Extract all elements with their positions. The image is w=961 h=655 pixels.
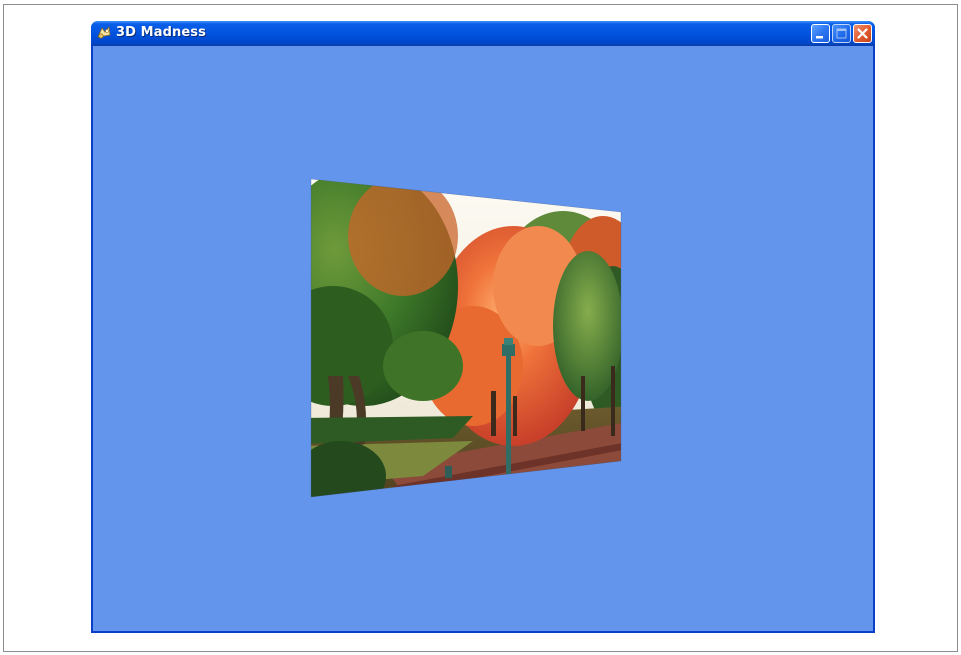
close-icon <box>857 28 868 39</box>
maximize-icon <box>836 28 847 39</box>
minimize-icon <box>816 36 823 39</box>
title-bar[interactable]: 3D Madness <box>91 21 875 46</box>
minimize-button[interactable] <box>811 24 830 43</box>
rotated-photo-plane <box>310 178 622 498</box>
close-button[interactable] <box>853 24 872 43</box>
app-window: 3D Madness <box>91 21 875 633</box>
maximize-button[interactable] <box>832 24 851 43</box>
app-icon[interactable] <box>96 25 112 41</box>
render-area[interactable] <box>93 46 873 631</box>
window-title: 3D Madness <box>116 25 206 40</box>
